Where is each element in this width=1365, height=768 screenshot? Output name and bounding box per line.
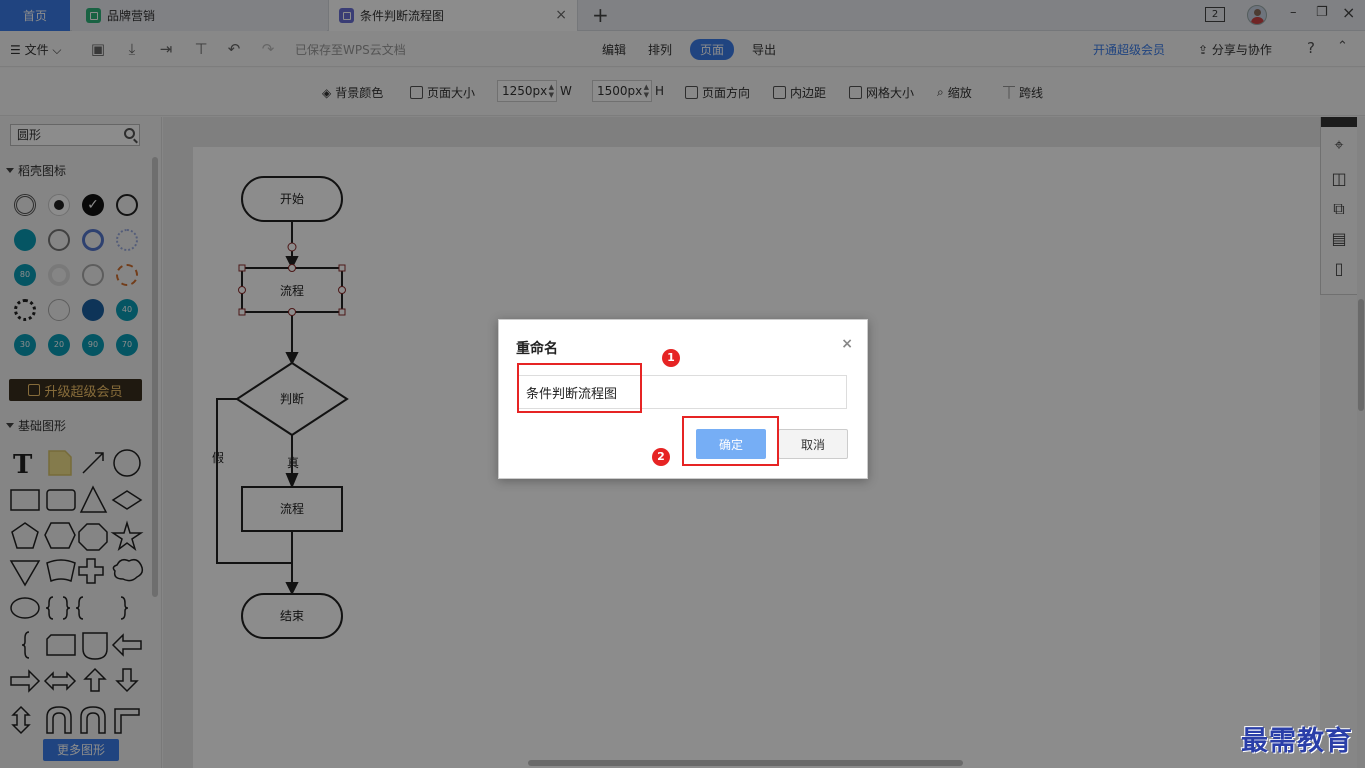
step-badge-2: 2 <box>652 448 670 466</box>
dialog-title: 重命名 <box>516 341 558 357</box>
watermark-logo: 最需教育 <box>1241 726 1353 757</box>
step-badge-1: 1 <box>662 349 680 367</box>
highlight-box-input <box>517 363 642 413</box>
rename-dialog: 重命名 × 1 确定 取消 2 <box>498 319 868 479</box>
highlight-box-confirm <box>682 416 779 466</box>
cancel-button[interactable]: 取消 <box>778 429 848 459</box>
dialog-close-icon[interactable]: × <box>841 336 853 352</box>
